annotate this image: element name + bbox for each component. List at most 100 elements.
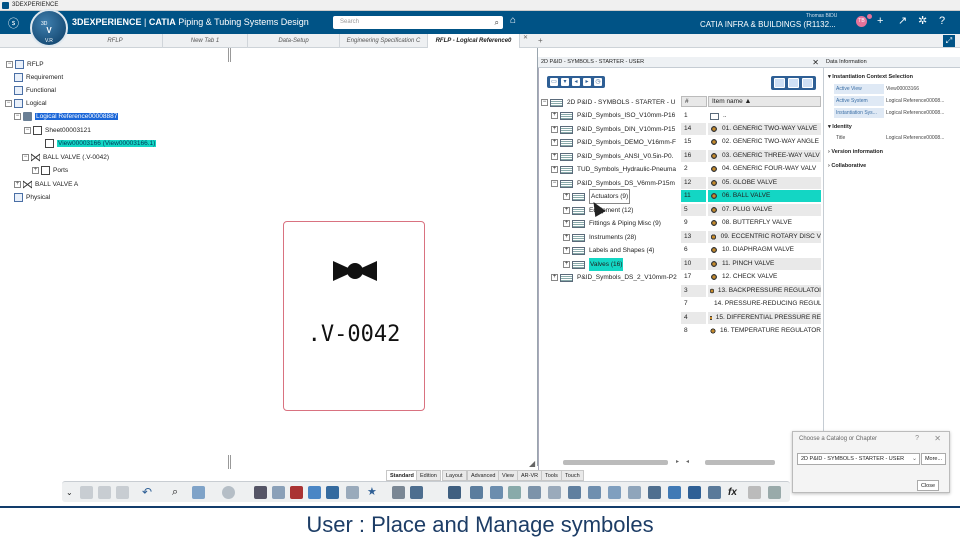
collapse-icon[interactable]: −	[551, 180, 558, 187]
list-item-selected[interactable]: 11 06. BALL VALVE	[681, 190, 821, 202]
tree-node-logical-reference[interactable]: − Logical Reference00008887	[14, 111, 119, 122]
search-icon[interactable]: ⌕	[495, 18, 499, 27]
close-icon[interactable]: ✕	[934, 434, 941, 443]
expand-icon[interactable]: +	[551, 126, 558, 133]
tab-close-icon[interactable]: ✕	[523, 34, 528, 41]
catalog-select[interactable]: 2D P&ID - SYMBOLS - STARTER - USER ⌄	[797, 453, 920, 465]
table-icon[interactable]	[272, 486, 285, 499]
tree-node-physical[interactable]: Physical	[14, 192, 50, 203]
expand-icon[interactable]: +	[563, 247, 570, 254]
expand-icon[interactable]: +	[563, 261, 570, 268]
expand-icon[interactable]: +	[551, 153, 558, 160]
tag-icon[interactable]: ⌂	[510, 15, 516, 26]
list-view-icon[interactable]	[788, 78, 799, 88]
tab-rflp-logical-reference[interactable]: RFLP - Logical Reference0	[428, 34, 520, 48]
resize-grip-icon[interactable]: ◢	[529, 459, 535, 468]
panel-splitter-handle[interactable]	[228, 48, 231, 62]
library-icon[interactable]	[708, 486, 721, 499]
list-item[interactable]: 5 07. PLUG VALVE	[681, 204, 821, 216]
line-tool-icon[interactable]	[588, 486, 601, 499]
list-item[interactable]: 16 03. GENERIC THREE-WAY VALV	[681, 150, 821, 162]
collapse-icon[interactable]: −	[24, 127, 31, 134]
search-input[interactable]: Search ⌕	[333, 16, 503, 29]
assembly-icon[interactable]	[508, 486, 521, 499]
check-icon[interactable]	[668, 486, 681, 499]
open-folder-icon[interactable]: ▭	[550, 78, 558, 86]
catalog-item[interactable]: + P&ID_Symbols_ANSI_V0.5in-P0.	[551, 150, 673, 163]
detail-view-icon[interactable]	[802, 78, 813, 88]
catalog-root[interactable]: − 2D P&ID - SYMBOLS - STARTER - U	[541, 96, 675, 109]
tab-data-setup[interactable]: Data-Setup	[248, 34, 340, 48]
expand-icon[interactable]: +	[32, 167, 39, 174]
section-tab-edition[interactable]: Edition	[416, 470, 441, 481]
catalog-item[interactable]: + P&ID_Symbols_DS_2_V10mm-P2	[551, 271, 677, 284]
scroll-right-icon[interactable]: ▸	[676, 458, 679, 465]
tree-node-sheet[interactable]: − Sheet00003121	[24, 125, 91, 136]
fullscreen-icon[interactable]: ⤢	[943, 35, 955, 47]
list-item[interactable]: 17 12. CHECK VALVE	[681, 271, 821, 283]
catalog-chapter[interactable]: + Labels and Shapes (4)	[563, 244, 654, 257]
forward-icon[interactable]: ▸	[583, 78, 591, 86]
tree-node-requirement[interactable]: Requirement	[14, 72, 63, 83]
expand-icon[interactable]: +	[551, 274, 558, 281]
expand-icon[interactable]: +	[563, 207, 570, 214]
section-tab-layout[interactable]: Layout	[442, 470, 467, 481]
tab-engineering-specification[interactable]: Engineering Specification C	[340, 34, 428, 48]
horizontal-scrollbar[interactable]	[563, 460, 668, 465]
route-icon[interactable]	[448, 486, 461, 499]
catalog-item[interactable]: + TUD_Symbols_Hydraulic-Pneuma	[551, 163, 676, 176]
expand-icon[interactable]: +	[14, 181, 21, 188]
insert-icon[interactable]	[308, 486, 321, 499]
tree-node-logical[interactable]: − Logical	[5, 98, 47, 109]
list-item[interactable]: 7 14. PRESSURE-REDUCING REGUL	[681, 298, 821, 310]
star-icon[interactable]: ★	[367, 486, 380, 499]
section-collaborative[interactable]: › Collaborative	[828, 163, 866, 169]
annotation-icon[interactable]	[648, 486, 661, 499]
catalog-item[interactable]: + P&ID_Symbols_DEMO_V16mm-F	[551, 136, 676, 149]
new-tab-icon[interactable]: +	[538, 34, 543, 48]
chevron-down-icon[interactable]: ⌄	[66, 486, 79, 499]
tree-node-ball-valve-a[interactable]: + BALL VALVE A	[14, 179, 78, 190]
section-version-information[interactable]: › Version information	[828, 149, 883, 155]
catalog-chapter[interactable]: + Valves (16)	[563, 258, 624, 271]
list-item[interactable]: 14 01. GENERIC TWO-WAY VALVE	[681, 123, 821, 135]
ds-brand-icon[interactable]: ⓢ	[8, 15, 19, 31]
share-icon[interactable]: ↗	[898, 14, 907, 28]
table-grid-icon[interactable]	[768, 486, 781, 499]
list-item[interactable]: 2 04. GENERIC FOUR-WAY VALV	[681, 163, 821, 175]
valve-tool-icon[interactable]	[568, 486, 581, 499]
list-item[interactable]: 12 05. GLOBE VALVE	[681, 177, 821, 189]
equipment-icon[interactable]	[528, 486, 541, 499]
expand-icon[interactable]: +	[551, 112, 558, 119]
connect-icon[interactable]	[410, 486, 423, 499]
icon-view-icon[interactable]	[774, 78, 785, 88]
cut-icon[interactable]	[80, 486, 93, 499]
part-icon[interactable]	[470, 486, 483, 499]
catalog-chapter[interactable]: + Fittings & Piping Misc (9)	[563, 217, 661, 230]
scroll-left-icon[interactable]: ◂	[686, 458, 689, 465]
column-header-name[interactable]: Item name ▲	[708, 96, 821, 107]
report-icon[interactable]	[290, 486, 303, 499]
collapse-icon[interactable]: −	[5, 100, 12, 107]
section-tab-standard[interactable]: Standard	[386, 470, 418, 481]
section-identity[interactable]: ▾ Identity	[828, 124, 852, 130]
tab-new-tab-1[interactable]: New Tab 1	[163, 34, 248, 48]
zoom-icon[interactable]: ⌕	[172, 486, 185, 499]
apps-icon[interactable]: ✲	[918, 14, 927, 28]
tree-node-ports[interactable]: + Ports	[32, 165, 68, 176]
help-icon[interactable]: ?	[915, 435, 919, 442]
help-icon[interactable]: ?	[939, 14, 945, 28]
undo-icon[interactable]: ↶	[142, 486, 155, 499]
close-icon[interactable]: ✕	[812, 57, 819, 68]
list-item[interactable]: 6 10. DIAPHRAGM VALVE	[681, 244, 821, 256]
more-button[interactable]: More...	[921, 453, 946, 465]
section-tab-ar-vr[interactable]: AR-VR	[517, 470, 543, 481]
expand-icon[interactable]: +	[563, 234, 570, 241]
measure-icon[interactable]	[748, 486, 761, 499]
list-item[interactable]: 1..	[681, 110, 821, 122]
component-icon[interactable]	[490, 486, 503, 499]
section-tab-tools[interactable]: Tools	[541, 470, 562, 481]
expand-icon[interactable]: +	[551, 139, 558, 146]
book-icon[interactable]	[192, 486, 205, 499]
section-instantiation-context[interactable]: ▾ Instantiation Context Selection	[828, 74, 913, 80]
